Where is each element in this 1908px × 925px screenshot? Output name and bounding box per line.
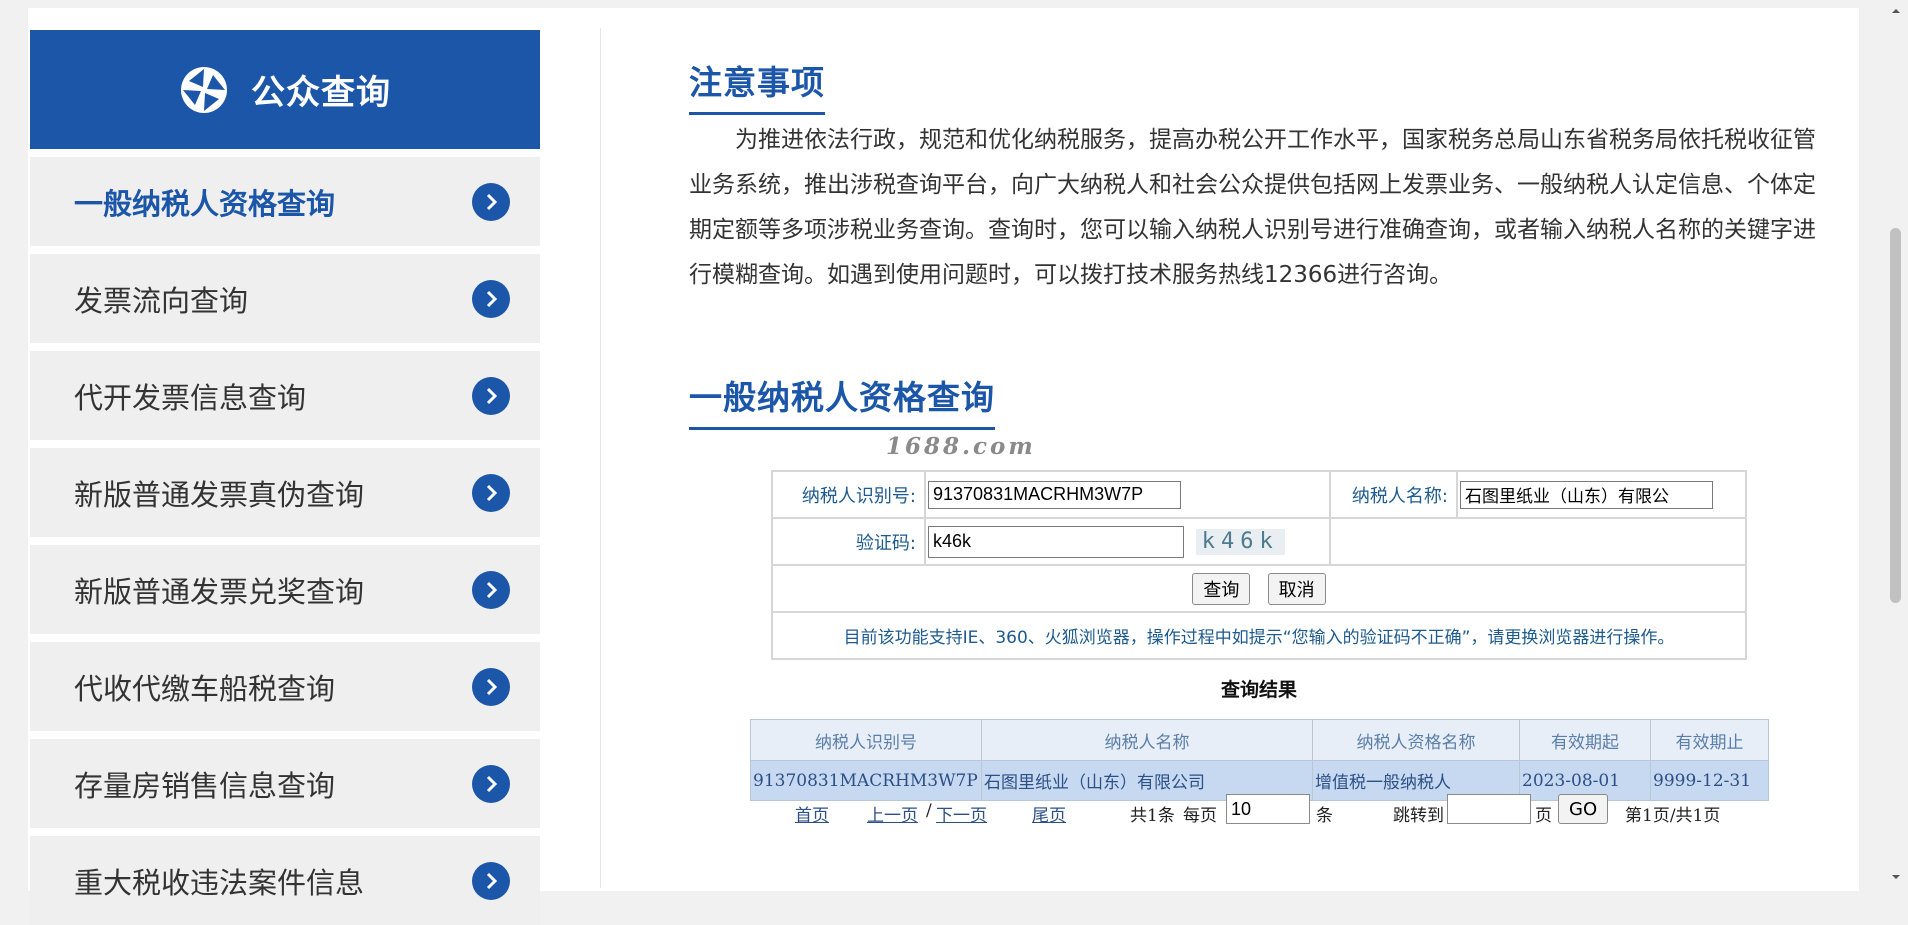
- captcha-image[interactable]: k46k: [1195, 528, 1285, 555]
- sidebar-header: 公众查询: [30, 30, 540, 149]
- column-divider: [600, 28, 601, 888]
- taxpayer-name-input[interactable]: [1460, 480, 1713, 509]
- last-page-link[interactable]: 尾页: [1032, 801, 1066, 826]
- sidebar-item-invoice-lottery[interactable]: 新版普通发票兑奖查询: [30, 545, 540, 634]
- chevron-right-icon: [472, 764, 510, 803]
- sidebar-item-label: 存量房销售信息查询: [74, 768, 336, 803]
- jump-label: 跳转到: [1393, 806, 1444, 826]
- next-page-link[interactable]: 下一页: [936, 801, 987, 826]
- tax-emblem-icon: [181, 66, 227, 113]
- chevron-right-icon: [472, 279, 510, 318]
- sidebar-item-label: 新版普通发票兑奖查询: [74, 574, 365, 609]
- per-page-input[interactable]: [1226, 794, 1310, 824]
- sidebar-item-housing-sales[interactable]: 存量房销售信息查询: [30, 739, 540, 828]
- sidebar-item-invoice-flow[interactable]: 发票流向查询: [30, 254, 540, 343]
- result-title: 查询结果: [1221, 679, 1298, 701]
- column-header: 有效期起: [1519, 719, 1651, 761]
- sidebar: 公众查询 一般纳税人资格查询 发票流向查询 代开发票信息查询 新版普通发票真伪查…: [30, 30, 540, 925]
- notice-text: 为推进依法行政，规范和优化纳税服务，提高办税公开工作水平，国家税务总局山东省税务…: [689, 127, 1816, 288]
- captcha-label: 验证码:: [771, 517, 926, 566]
- total-count: 共1条: [1130, 806, 1175, 826]
- empty-cell: [1329, 517, 1747, 566]
- chevron-right-icon: [472, 570, 510, 609]
- chevron-right-icon: [472, 182, 510, 221]
- column-header: 纳税人识别号: [750, 719, 982, 761]
- sidebar-item-label: 发票流向查询: [74, 283, 249, 318]
- page-status: 第1页/共1页: [1625, 806, 1721, 826]
- column-header: 有效期止: [1650, 719, 1769, 761]
- chevron-right-icon: [472, 473, 510, 512]
- sidebar-item-vehicle-tax[interactable]: 代收代缴车船税查询: [30, 642, 540, 731]
- sidebar-item-label: 一般纳税人资格查询: [74, 186, 336, 221]
- taxpayer-name-label: 纳税人名称:: [1329, 470, 1458, 519]
- sidebar-item-tax-violation[interactable]: 重大税收违法案件信息: [30, 836, 540, 925]
- chevron-right-icon: [472, 376, 510, 415]
- query-form: 纳税人识别号: 纳税人名称: 验证码: k46k 查询 取消 目前该功能支持IE…: [771, 470, 1747, 660]
- sidebar-item-label: 新版普通发票真伪查询: [74, 477, 365, 512]
- jump-page-input[interactable]: [1447, 794, 1531, 824]
- jump-unit: 页: [1535, 806, 1552, 826]
- result-table: 纳税人识别号 纳税人名称 纳税人资格名称 有效期起 有效期止 91370831M…: [750, 719, 1769, 801]
- captcha-input[interactable]: [928, 525, 1184, 558]
- chevron-right-icon: [472, 861, 510, 900]
- query-title: 一般纳税人资格查询: [689, 371, 995, 430]
- sidebar-item-general-taxpayer[interactable]: 一般纳税人资格查询: [30, 157, 540, 246]
- cancel-button[interactable]: 取消: [1267, 572, 1326, 605]
- sidebar-item-label: 重大税收违法案件信息: [74, 865, 365, 900]
- go-button[interactable]: GO: [1558, 794, 1609, 824]
- scrollbar-thumb[interactable]: [1890, 228, 1901, 603]
- pagination: 首页 上一页 / 下一页 尾页 共1条 每页 条 跳转到 页 GO 第1页/共1…: [750, 794, 1769, 830]
- per-page-label: 每页: [1183, 806, 1217, 826]
- taxpayer-id-label: 纳税人识别号:: [771, 470, 926, 519]
- scroll-up-icon[interactable]: [1889, 4, 1903, 18]
- chevron-right-icon: [472, 667, 510, 706]
- table-header-row: 纳税人识别号 纳税人名称 纳税人资格名称 有效期起 有效期止: [750, 719, 1769, 761]
- taxpayer-id-input[interactable]: [928, 480, 1181, 509]
- browser-tip: 目前该功能支持IE、360、火狐浏览器，操作过程中如提示“您输入的验证码不正确”…: [771, 611, 1747, 660]
- column-header: 纳税人名称: [981, 719, 1313, 761]
- per-page-unit: 条: [1316, 806, 1333, 826]
- search-button[interactable]: 查询: [1192, 572, 1251, 605]
- sidebar-item-invoice-verify[interactable]: 新版普通发票真伪查询: [30, 448, 540, 537]
- prev-page-link[interactable]: 上一页: [867, 801, 918, 826]
- watermark: 1688.com: [886, 433, 1036, 460]
- sidebar-item-agent-invoice[interactable]: 代开发票信息查询: [30, 351, 540, 440]
- scroll-down-icon[interactable]: [1889, 870, 1903, 884]
- sidebar-title: 公众查询: [251, 73, 391, 113]
- sidebar-item-label: 代收代缴车船税查询: [74, 671, 336, 706]
- pager-separator: /: [926, 801, 932, 821]
- notice-title: 注意事项: [689, 56, 825, 115]
- column-header: 纳税人资格名称: [1312, 719, 1520, 761]
- sidebar-item-label: 代开发票信息查询: [74, 380, 307, 415]
- first-page-link[interactable]: 首页: [795, 801, 829, 826]
